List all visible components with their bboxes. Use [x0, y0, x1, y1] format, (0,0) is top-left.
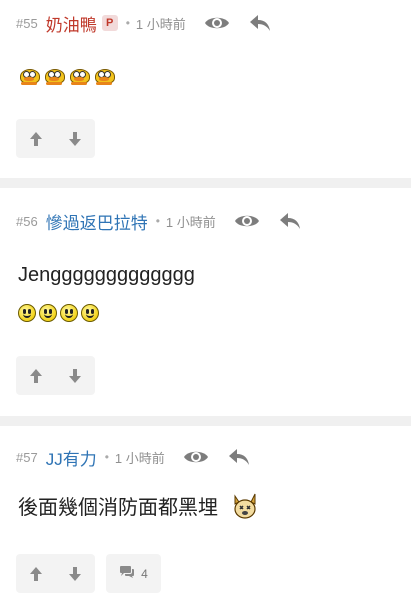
- separator-dot: •: [155, 214, 160, 228]
- emoji-row: [18, 67, 115, 85]
- dog-emoji: [232, 492, 258, 526]
- author-name[interactable]: 慘過返巴拉特: [46, 209, 148, 234]
- floor-number[interactable]: #55: [16, 16, 38, 31]
- separator-dot: •: [125, 16, 130, 30]
- duck-emoji: [18, 67, 40, 85]
- vote-box: [16, 554, 95, 593]
- post-57: #57 JJ有力 • 1 小時前 後面幾個消防面都黑埋 4: [0, 426, 411, 613]
- post-56: #56 慘過返巴拉特 • 1 小時前 Jenggggggggggggg: [0, 188, 411, 416]
- post-time: 1 小時前: [114, 450, 165, 466]
- eye-icon[interactable]: [204, 14, 230, 32]
- vote-box: [16, 119, 95, 158]
- reply-arrow-icon[interactable]: [278, 211, 302, 231]
- smiley-emoji: [39, 304, 57, 322]
- post-text: Jenggggggggggggg: [18, 264, 195, 286]
- upvote-button[interactable]: [21, 124, 51, 154]
- reply-count: 4: [141, 566, 148, 581]
- reply-arrow-icon[interactable]: [227, 447, 251, 467]
- post-55: #55 奶油鴨 P • 1 小時前: [0, 0, 411, 178]
- smiley-emoji: [18, 304, 36, 322]
- downvote-button[interactable]: [60, 361, 90, 391]
- downvote-button[interactable]: [60, 559, 90, 589]
- post-divider: [0, 178, 411, 188]
- post-meta: #57 JJ有力 • 1 小時前: [16, 445, 251, 469]
- separator-dot: •: [104, 450, 109, 464]
- post-text-line: 後面幾個消防面都黑埋: [18, 491, 258, 526]
- post-meta: #55 奶油鴨 P • 1 小時前: [16, 11, 272, 35]
- post-text: 後面幾個消防面都黑埋: [18, 497, 218, 519]
- post-time: 1 小時前: [135, 16, 186, 32]
- upvote-button[interactable]: [21, 361, 51, 391]
- post-divider: [0, 416, 411, 426]
- floor-number[interactable]: #56: [16, 214, 38, 229]
- author-name[interactable]: 奶油鴨: [46, 11, 97, 36]
- chat-bubble-icon: [119, 565, 135, 582]
- eye-icon[interactable]: [234, 212, 260, 230]
- replies-button[interactable]: 4: [106, 554, 161, 593]
- downvote-button[interactable]: [60, 124, 90, 154]
- duck-emoji: [68, 67, 90, 85]
- smiley-emoji: [60, 304, 78, 322]
- smiley-emoji: [81, 304, 99, 322]
- upvote-button[interactable]: [21, 559, 51, 589]
- author-name[interactable]: JJ有力: [46, 445, 97, 470]
- emoji-row: [18, 304, 99, 322]
- floor-number[interactable]: #57: [16, 450, 38, 465]
- duck-emoji: [43, 67, 65, 85]
- op-badge: P: [101, 15, 118, 31]
- post-time: 1 小時前: [165, 214, 216, 230]
- eye-icon[interactable]: [183, 448, 209, 466]
- vote-box: [16, 356, 95, 395]
- post-meta: #56 慘過返巴拉特 • 1 小時前: [16, 209, 302, 233]
- duck-emoji: [93, 67, 115, 85]
- reply-arrow-icon[interactable]: [248, 13, 272, 33]
